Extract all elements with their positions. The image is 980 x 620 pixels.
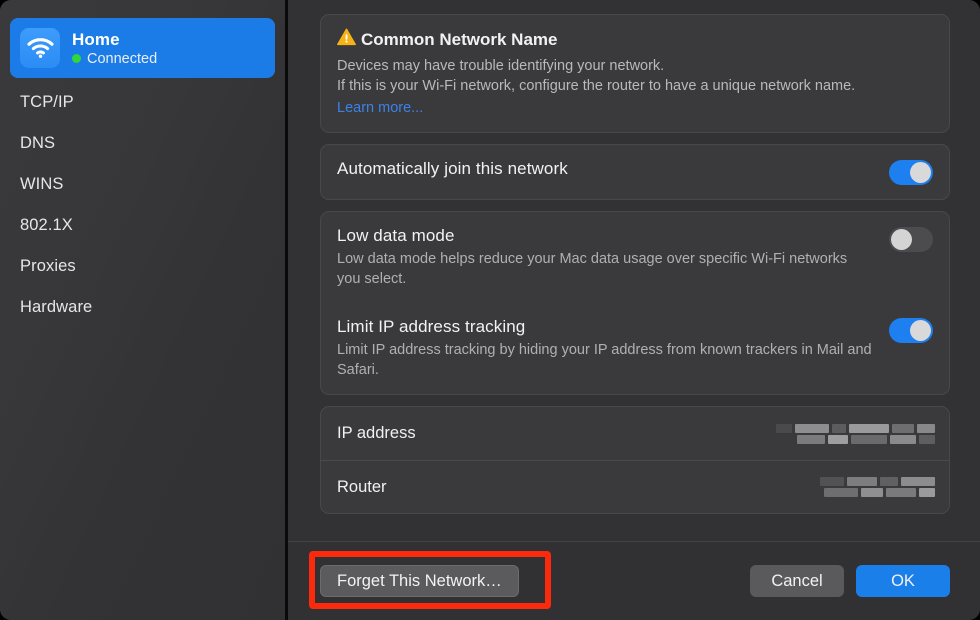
dialog-footer: Forget This Network… Cancel OK <box>288 541 980 620</box>
router-redacted-value <box>820 477 935 497</box>
common-network-name-warning: Common Network Name Devices may have tro… <box>320 14 950 133</box>
cancel-button[interactable]: Cancel <box>750 565 844 597</box>
sidebar-item-label: WINS <box>20 175 64 193</box>
sidebar-item-proxies[interactable]: Proxies <box>10 246 275 287</box>
footer-button-group: Cancel OK <box>750 565 950 597</box>
sidebar-item-tcpip[interactable]: TCP/IP <box>10 82 275 123</box>
network-status: Connected <box>72 51 157 67</box>
sidebar-item-wins[interactable]: WINS <box>10 164 275 205</box>
auto-join-toggle[interactable] <box>889 160 933 185</box>
table-row: IP address <box>321 407 949 460</box>
sidebar-item-label: Proxies <box>20 257 76 275</box>
auto-join-card: Automatically join this network <box>320 144 950 200</box>
ip-address-redacted-value <box>776 423 935 444</box>
table-row: Router <box>321 460 949 513</box>
sidebar: Home Connected TCP/IP DNS WINS 802.1X Pr… <box>0 0 285 620</box>
setting-title: Low data mode <box>337 226 455 245</box>
forget-this-network-button[interactable]: Forget This Network… <box>320 565 519 597</box>
limit-ip-tracking-toggle[interactable] <box>889 318 933 343</box>
sidebar-item-label: DNS <box>20 134 56 152</box>
sidebar-item-hardware[interactable]: Hardware <box>10 287 275 328</box>
wifi-icon <box>20 28 60 68</box>
status-dot-icon <box>72 54 81 63</box>
sidebar-item-8021x[interactable]: 802.1X <box>10 205 275 246</box>
setting-row-limit-ip-tracking: Limit IP address tracking Limit IP addre… <box>321 303 949 394</box>
setting-row-low-data-mode: Low data mode Low data mode helps reduce… <box>321 212 949 303</box>
settings-scroll-area[interactable]: Common Network Name Devices may have tro… <box>288 0 980 541</box>
warning-line-1: Devices may have trouble identifying you… <box>337 58 665 74</box>
sidebar-item-dns[interactable]: DNS <box>10 123 275 164</box>
low-data-mode-toggle[interactable] <box>889 227 933 252</box>
setting-description: Limit IP address tracking by hiding your… <box>337 342 872 378</box>
warning-heading: Common Network Name <box>337 28 933 51</box>
toggle-knob <box>891 229 912 250</box>
toggle-knob <box>910 320 931 341</box>
privacy-settings-card: Low data mode Low data mode helps reduce… <box>320 211 950 395</box>
ok-button[interactable]: OK <box>856 565 950 597</box>
detail-label: IP address <box>337 424 416 442</box>
warning-title: Common Network Name <box>361 29 558 49</box>
learn-more-link[interactable]: Learn more... <box>337 98 423 118</box>
warning-line-2: If this is your Wi-Fi network, configure… <box>337 78 856 94</box>
warning-triangle-icon <box>337 28 356 51</box>
toggle-knob <box>910 162 931 183</box>
setting-description: Low data mode helps reduce your Mac data… <box>337 251 848 287</box>
network-name: Home <box>72 29 120 49</box>
sidebar-item-label: 802.1X <box>20 216 73 234</box>
detail-label: Router <box>337 477 387 496</box>
network-status-label: Connected <box>87 50 158 67</box>
sidebar-item-label: Hardware <box>20 298 93 316</box>
setting-row-auto-join: Automatically join this network <box>321 145 949 199</box>
network-details-card: IP address Router <box>320 406 950 514</box>
sidebar-item-label: TCP/IP <box>20 93 74 111</box>
setting-title: Automatically join this network <box>337 159 568 178</box>
setting-title: Limit IP address tracking <box>337 317 526 336</box>
sidebar-item-home-network[interactable]: Home Connected <box>10 18 275 78</box>
network-settings-window: Home Connected TCP/IP DNS WINS 802.1X Pr… <box>0 0 980 620</box>
